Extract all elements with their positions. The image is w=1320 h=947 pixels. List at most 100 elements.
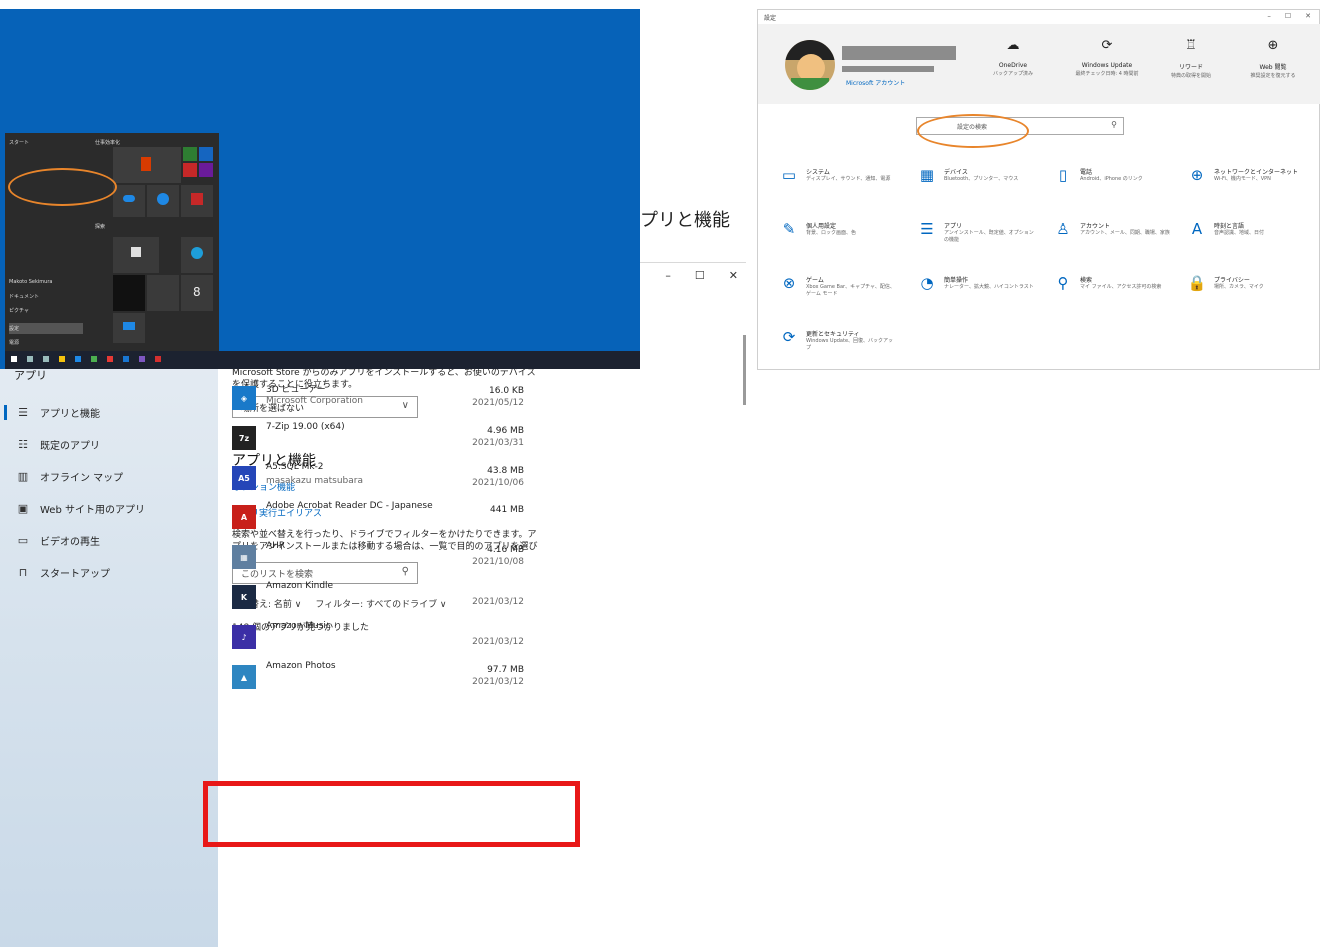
settings-category[interactable]: ⚲ 検索 マイ ファイル、アクセス許可の検索 (1052, 274, 1172, 304)
start-pictures[interactable]: ピクチャ (9, 307, 29, 314)
skype-tile[interactable] (147, 185, 179, 217)
app-icon: K (232, 585, 256, 609)
app-icon: ▲ (232, 665, 256, 689)
skype-icon (157, 193, 169, 205)
app-list-item[interactable]: K Amazon Kindle 2021/03/12 (232, 581, 524, 621)
windows-logo-icon[interactable] (11, 356, 17, 362)
web-apps-icon: ▣ (17, 501, 29, 515)
app-list-item[interactable]: 7z 7-Zip 19.00 (x64) 4.96 MB 2021/03/31 (232, 422, 524, 462)
settings-category[interactable]: 🔒 プライバシー 場所、カメラ、マイク (1186, 274, 1306, 304)
category-name: デバイス (944, 169, 968, 176)
quick-link-title: Windows Update (1081, 62, 1133, 69)
app-size: 4.16 MB (487, 545, 524, 555)
app-icon[interactable] (107, 356, 113, 362)
app-icon[interactable] (139, 356, 145, 362)
settings-category[interactable]: ✎ 個人用設定 背景、ロック画面、色 (778, 220, 898, 250)
settings-category[interactable]: ⊗ ゲーム Xbox Game Bar、キャプチャ、配信、ゲーム モード (778, 274, 898, 304)
settings-title: 設定 (764, 15, 777, 22)
office-tile[interactable] (113, 147, 181, 183)
edge-tile[interactable] (181, 237, 213, 273)
app-list-item[interactable]: ♪ Amazon Music 2021/03/12 (232, 621, 524, 661)
nav-web-apps[interactable]: ▣ Web サイト用のアプリ (0, 494, 218, 522)
annotation-ellipse (8, 168, 117, 206)
minimize-button[interactable]: – (1267, 12, 1271, 20)
onedrive-tile[interactable] (113, 185, 145, 217)
store-tile[interactable] (113, 237, 159, 273)
settings-category[interactable]: ▦ デバイス Bluetooth、プリンター、マウス (916, 166, 1036, 196)
category-description: マイ ファイル、アクセス許可の検索 (1080, 284, 1162, 290)
apps-icon: ☰ (920, 220, 934, 238)
mail-icon (123, 322, 135, 330)
start-documents[interactable]: ドキュメント (9, 293, 39, 300)
quick-link-rewards[interactable]: ♖ リワード 特典の取得を開始 (1156, 38, 1226, 80)
avatar[interactable] (785, 40, 835, 90)
nav-label: スタートアップ (40, 568, 110, 580)
quick-link-subtitle: 特典の取得を開始 (1170, 73, 1211, 79)
edge-icon[interactable] (75, 356, 81, 362)
quick-link-update[interactable]: ⟳ Windows Update 最終チェック日時: 4 時間前 (1072, 38, 1142, 78)
start-user[interactable]: Makoto Sekimura (9, 279, 52, 285)
category-description: Android、iPhone のリンク (1080, 176, 1143, 182)
app-icon: A5 (232, 466, 256, 490)
start-settings[interactable]: 設定 (9, 323, 83, 334)
search-icon[interactable] (27, 356, 33, 362)
category-description: 背景、ロック画面、色 (806, 230, 857, 236)
tile-small[interactable] (183, 147, 197, 161)
nav-default-apps[interactable]: ☷ 既定のアプリ (0, 430, 218, 458)
calendar-tile[interactable]: 8 (181, 275, 213, 311)
nav-startup[interactable]: ⊓ スタートアップ (0, 558, 218, 586)
app-icon: A (232, 505, 256, 529)
list-icon: ☰ (18, 405, 28, 419)
quick-link-title: リワード (1178, 64, 1203, 71)
settings-titlebar: 設定 – ☐ ✕ (758, 10, 1320, 24)
ease-of-access-icon: ◔ (920, 274, 934, 292)
nav-apps-features[interactable]: ☰ アプリと機能 (0, 398, 218, 426)
chrome-icon[interactable] (91, 356, 97, 362)
settings-category[interactable]: ▭ システム ディスプレイ、サウンド、通知、電源 (778, 166, 898, 196)
app-list-item[interactable]: A5 A5:SQL Mk-2 masakazu matsubara 43.8 MB 20… (232, 462, 524, 502)
settings-category[interactable]: ⟳ 更新とセキュリティ Windows Update、回復、バックアップ (778, 328, 898, 358)
task-view-icon[interactable] (43, 356, 49, 362)
weather-tile[interactable] (147, 275, 179, 311)
tile-small[interactable] (199, 163, 213, 177)
network-icon: ⊕ (1190, 166, 1204, 184)
app-list-item[interactable]: A Adobe Acrobat Reader DC - Japanese 441 M… (232, 501, 524, 541)
start-tiles: 仕事効率化 探索 8 (91, 133, 219, 351)
microsoft-account-link[interactable]: Microsoft アカウント (846, 78, 905, 87)
video-icon: ▭ (17, 533, 29, 547)
acrobat-tile[interactable] (181, 185, 213, 217)
app-name: AHR (266, 541, 286, 551)
start-title[interactable]: スタート (9, 139, 29, 146)
close-button[interactable]: ✕ (1305, 12, 1311, 20)
settings-category[interactable]: ◔ 簡単操作 ナレーター、拡大鏡、ハイコントラスト (916, 274, 1036, 304)
nav-label: Web サイト用のアプリ (40, 504, 145, 516)
app-list-item[interactable]: ▲ Amazon Photos 97.7 MB 2021/03/12 (232, 661, 524, 701)
nav-offline-maps[interactable]: ▥ オフライン マップ (0, 462, 218, 490)
photo-tile[interactable] (113, 275, 145, 311)
settings-category[interactable]: ▯ 電話 Android、iPhone のリンク (1052, 166, 1172, 196)
maximize-button[interactable]: ☐ (1285, 12, 1291, 20)
settings-category[interactable]: ☰ アプリ アンインストール、既定値、オプションの機能 (916, 220, 1036, 250)
app-list-item[interactable]: ◈ 3D ビューアー Microsoft Corporation 16.0 KB 202… (232, 382, 524, 422)
category-name: プライバシー (1214, 277, 1250, 284)
settings-category[interactable]: A 時刻と言語 音声認識、地域、日付 (1186, 220, 1306, 250)
app-icon[interactable] (155, 356, 161, 362)
quick-link-globe[interactable]: ⊕ Web 閲覧 推奨設定を復元する (1238, 38, 1308, 80)
explorer-icon[interactable] (59, 356, 65, 362)
nav-label: 既定のアプリ (40, 440, 100, 452)
tile-small[interactable] (183, 163, 197, 177)
nav-label: アプリと機能 (40, 408, 100, 420)
app-icon: 7z (232, 426, 256, 450)
mail-tile[interactable] (113, 313, 145, 343)
quick-link-cloud[interactable]: ☁ OneDrive バックアップ済み (978, 38, 1048, 78)
nav-video-playback[interactable]: ▭ ビデオの再生 (0, 526, 218, 554)
app-list-item[interactable]: ▦ AHR 4.16 MB 2021/10/08 (232, 541, 524, 581)
app-date: 2021/03/31 (472, 438, 524, 448)
settings-category[interactable]: ⊕ ネットワークとインターネット Wi-Fi、機内モード、VPN (1186, 166, 1306, 196)
app-icon[interactable] (123, 356, 129, 362)
start-power[interactable]: 電源 (9, 339, 19, 346)
settings-category[interactable]: ♙ アカウント アカウント、メール、同期、職場、家族 (1052, 220, 1172, 250)
map-icon: ▥ (17, 469, 29, 483)
category-name: 検索 (1080, 277, 1093, 284)
tile-small[interactable] (199, 147, 213, 161)
